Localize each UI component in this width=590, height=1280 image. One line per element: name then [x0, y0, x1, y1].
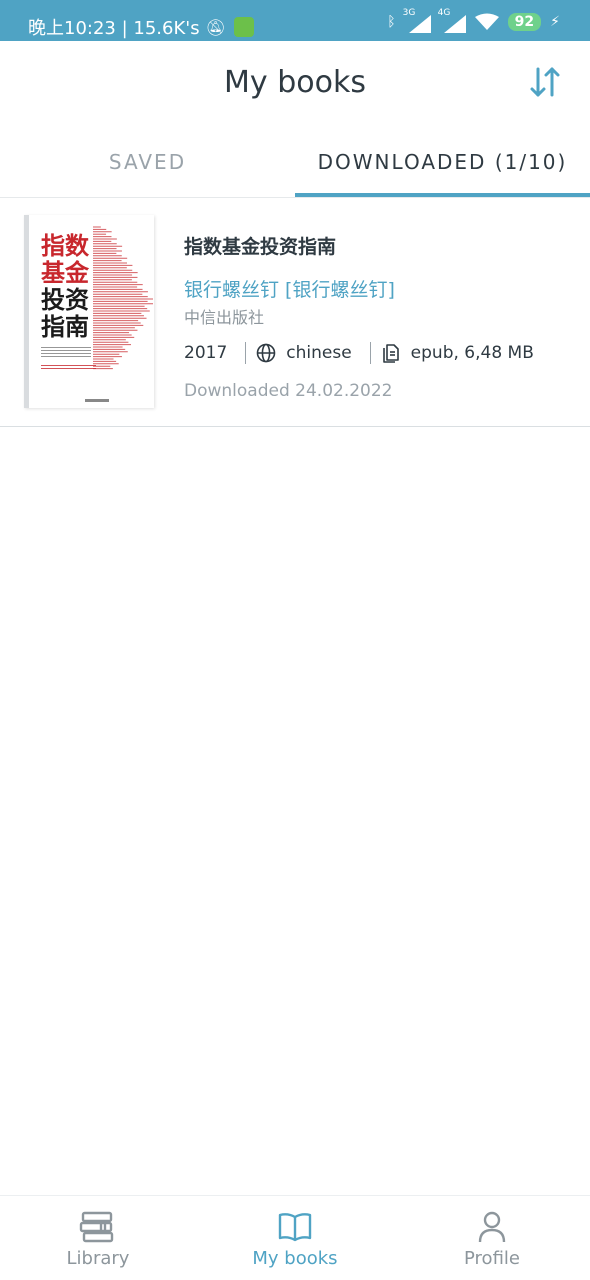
book-open-icon — [278, 1213, 312, 1242]
sort-icon[interactable] — [528, 65, 562, 99]
cover-publisher-mark — [85, 399, 109, 402]
meta-divider — [369, 342, 371, 364]
nav-library[interactable]: Library — [0, 1196, 196, 1280]
book-cover[interactable]: 指数 基金 投资 指南 — [24, 215, 154, 408]
app-notification-icon — [233, 17, 254, 37]
battery-indicator: 92 — [507, 13, 542, 31]
cover-title-line-2: 基金 — [41, 259, 89, 287]
signal-3g-icon: 3G — [403, 8, 431, 33]
signal-4g-icon: 4G — [438, 8, 466, 33]
file-icon — [382, 344, 399, 363]
book-publisher: 中信出版社 — [184, 308, 265, 327]
book-author[interactable]: 银行螺丝钉 [银行螺丝钉] — [184, 275, 395, 302]
library-icon — [79, 1211, 114, 1243]
book-year: 2017 — [184, 343, 228, 363]
status-right: ᛒ 3G 4G 92 ⚡︎ — [387, 8, 560, 33]
status-bar: 晚上10:23 | 15.6K's 🔕︎ ᛒ 3G 4G 92 ⚡︎ — [0, 0, 590, 41]
cover-title-line-3: 投资 — [41, 286, 89, 314]
cover-subtitle-text — [41, 347, 91, 357]
book-list-item[interactable]: 指数 基金 投资 指南 指数基金投资指南 银行螺丝钉 [银行螺丝钉] 中信出版社… — [0, 198, 590, 427]
tab-downloaded[interactable]: DOWNLOADED (1/10) — [295, 127, 590, 197]
cover-title-line-4: 指南 — [41, 313, 89, 341]
cover-quote-text — [41, 363, 96, 369]
mute-icon: 🔕︎ — [205, 17, 226, 37]
meta-divider — [245, 342, 247, 364]
status-left: 晚上10:23 | 15.6K's 🔕︎ — [28, 14, 254, 40]
user-icon — [478, 1211, 506, 1243]
book-file-info: epub, 6,48 MB — [410, 343, 534, 363]
tab-saved[interactable]: SAVED — [0, 127, 295, 197]
nav-profile[interactable]: Profile — [394, 1196, 590, 1280]
downloaded-date: Downloaded 24.02.2022 — [184, 381, 393, 401]
page-title: My books — [224, 65, 366, 100]
wifi-icon — [474, 13, 499, 30]
app-header: My books — [0, 41, 590, 127]
nav-profile-label: Profile — [464, 1248, 520, 1269]
bluetooth-icon: ᛒ — [387, 14, 396, 30]
cover-decoration — [93, 226, 153, 370]
cover-title: 指数 基金 投资 指南 — [41, 233, 101, 341]
tabs: SAVED DOWNLOADED (1/10) — [0, 127, 590, 197]
status-time-speed: 晚上10:23 | 15.6K's — [28, 18, 200, 39]
charging-icon: ⚡︎ — [550, 14, 560, 30]
globe-icon — [256, 343, 276, 363]
nav-library-label: Library — [66, 1248, 130, 1269]
bottom-navigation: Library My books Profile — [0, 1195, 590, 1280]
book-language: chinese — [286, 343, 352, 363]
nav-my-books-label: My books — [252, 1248, 338, 1269]
book-title: 指数基金投资指南 — [184, 236, 337, 258]
cover-title-line-1: 指数 — [41, 232, 89, 260]
book-meta: 2017 chinese epub, 6,48 MB — [184, 340, 534, 366]
nav-my-books[interactable]: My books — [197, 1196, 393, 1280]
